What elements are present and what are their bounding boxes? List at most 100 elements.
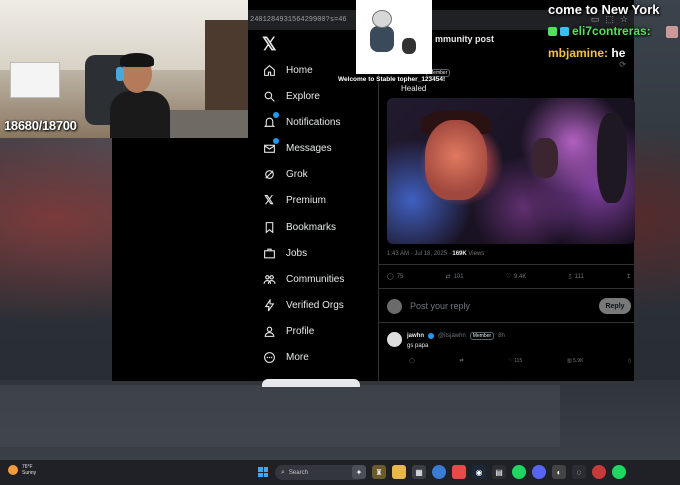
like-action[interactable]: ♡ 9.4K [505, 273, 527, 281]
reply-item[interactable]: jawhn @itsjawhn Member 8h gs papa ◯ ⇄ ♡ … [387, 332, 631, 364]
avatar [387, 298, 402, 314]
app-icon[interactable]: ◐ [552, 465, 566, 479]
url-text[interactable]: 240128493156429900?s=46 [250, 16, 347, 24]
repost-icon[interactable]: ⇄ [459, 358, 463, 364]
avatar[interactable] [387, 332, 402, 347]
nav-label: Verified Orgs [286, 299, 344, 311]
nav-label: Home [286, 64, 313, 76]
reply-time[interactable]: 8h [498, 333, 505, 339]
taskbar: 76°F Sunny ⌕ Search ✦ ♜ ▦ ◉ ▤ ◐ ◌ [0, 460, 680, 485]
steam-icon[interactable]: ◉ [472, 465, 486, 479]
divider [379, 322, 635, 323]
like-action[interactable]: ♡ 115 [508, 358, 522, 364]
character-body [370, 26, 394, 52]
post-time[interactable]: 1:43 AM · Jul 18, 2025 · [387, 251, 452, 257]
desktop-panel [0, 385, 560, 447]
character-head [372, 10, 392, 28]
nav-home[interactable]: Home [262, 60, 313, 80]
x-premium-icon: 𝕏 [264, 193, 274, 207]
nav-jobs[interactable]: Jobs [262, 243, 307, 263]
app-icon[interactable]: ✦ [352, 465, 366, 479]
image-face-shape [425, 120, 487, 200]
views-action[interactable]: ▥ 5.9K [567, 358, 583, 364]
spotify-icon[interactable] [612, 465, 626, 479]
reply-icon[interactable]: ◯ [409, 358, 415, 364]
post-actions: ◯ 75 ⇄ 101 ♡ 9.4K ▯ 111 ↥ [387, 273, 631, 281]
briefcase-icon [262, 246, 276, 260]
nav-label: Profile [286, 325, 315, 337]
post-image[interactable] [387, 98, 635, 244]
heart-icon: ♡ [505, 274, 511, 280]
notification-badge [273, 112, 279, 118]
nav-grok[interactable]: Grok [262, 164, 308, 184]
app-icon[interactable]: ◌ [572, 465, 586, 479]
file-explorer-icon[interactable] [392, 465, 406, 479]
app-icon[interactable]: ▦ [412, 465, 426, 479]
reply-view-count: 5.9K [573, 358, 584, 364]
view-label: Views [466, 251, 485, 257]
chat-message: come to New York [548, 2, 660, 17]
sub-goal-counter: 18680/18700 [4, 118, 77, 133]
cat-icon [402, 38, 416, 54]
bookmark-action[interactable]: ▯ 111 [568, 273, 584, 281]
mail-icon [262, 138, 279, 155]
reply-author-name[interactable]: jawhn [407, 333, 424, 339]
nav-label: Bookmarks [286, 221, 337, 233]
share-action[interactable]: ↥ [626, 273, 631, 280]
bookmark-icon [262, 220, 276, 234]
reply-content: jawhn @itsjawhn Member 8h gs papa [407, 332, 631, 349]
more-options-icon[interactable]: ⟳ [619, 60, 626, 69]
image-figure-shape [532, 138, 558, 178]
weather-widget[interactable]: 76°F Sunny [8, 464, 36, 476]
stream-alert [356, 0, 432, 74]
nav-communities[interactable]: Communities [262, 269, 344, 289]
grok-icon [262, 167, 276, 181]
reply-header: jawhn @itsjawhn Member 8h [407, 332, 631, 340]
nav-premium[interactable]: 𝕏 Premium [262, 190, 326, 210]
spotify-icon[interactable] [512, 465, 526, 479]
webcam-person [110, 53, 180, 138]
person-body [110, 91, 170, 138]
nav-more[interactable]: More [262, 347, 309, 367]
person-hair [120, 53, 154, 67]
webcam-door [205, 20, 248, 120]
bookmark-count: 111 [574, 273, 584, 280]
alert-text: Welcome to Stable topher_123454! [338, 76, 446, 83]
nav-bookmarks[interactable]: Bookmarks [262, 217, 336, 237]
nav-profile[interactable]: Profile [262, 321, 314, 341]
reply-composer: Post your reply Reply [387, 296, 631, 316]
post-text: Healed [401, 84, 427, 93]
weather-text: 76°F Sunny [22, 464, 36, 476]
reply-author-handle[interactable]: @itsjawhn [438, 333, 466, 339]
repost-count: 101 [453, 273, 464, 280]
reply-action[interactable]: ◯ 75 [387, 273, 403, 281]
post-button[interactable] [262, 379, 360, 387]
post-detail-column: mmunity post ⟳ 3TIN Member Healed 1:43 A… [378, 32, 635, 381]
person-icon [262, 324, 276, 338]
nav-label: Communities [286, 273, 345, 285]
nav-messages[interactable]: Messages [262, 138, 332, 158]
app-icon[interactable]: ▤ [492, 465, 506, 479]
nav-verified-orgs[interactable]: Verified Orgs [262, 295, 344, 315]
nav-label: More [286, 351, 309, 363]
app-icon[interactable]: ♜ [372, 465, 386, 479]
headset-icon [116, 67, 124, 81]
nav-explore[interactable]: Explore [262, 86, 320, 106]
app-icon[interactable] [592, 465, 606, 479]
reply-like-count: 115 [514, 358, 523, 364]
chrome-icon[interactable] [432, 465, 446, 479]
search-icon [262, 89, 276, 103]
more-circle-icon [262, 350, 276, 364]
reply-button[interactable]: Reply [599, 298, 631, 314]
sub-badge-icon [560, 26, 569, 36]
nav-notifications[interactable]: Notifications [262, 112, 340, 132]
alert-character [370, 10, 394, 54]
x-logo-icon[interactable]: 𝕏 [262, 34, 277, 55]
chat-message: eli7contreras: [548, 24, 651, 38]
app-icon[interactable] [452, 465, 466, 479]
bookmark-icon[interactable]: ▯ [628, 358, 631, 364]
reply-input[interactable]: Post your reply [410, 301, 599, 311]
discord-icon[interactable] [532, 465, 546, 479]
windows-start-icon[interactable] [258, 467, 268, 477]
repost-action[interactable]: ⇄ 101 [445, 273, 464, 281]
